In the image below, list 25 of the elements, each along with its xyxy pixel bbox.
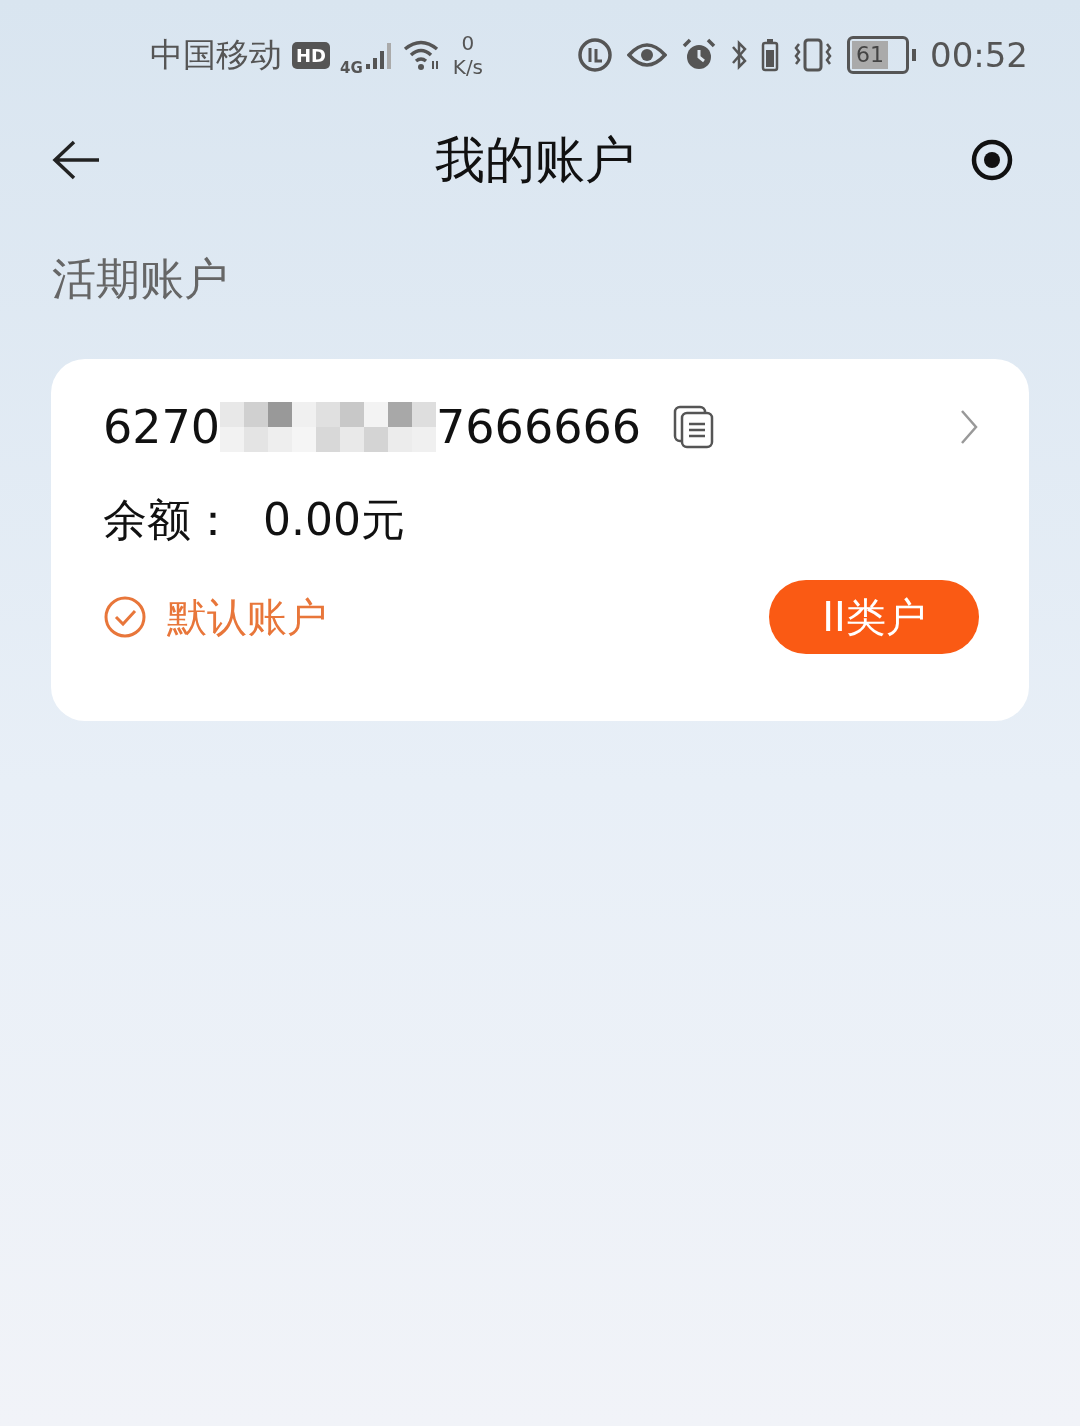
balance-value: 0.00元: [263, 493, 405, 547]
network-type: 4G: [340, 59, 363, 77]
speed-value: 0: [461, 31, 475, 55]
account-number-end: 7666666: [436, 400, 641, 454]
section-title: 活期账户: [52, 252, 229, 306]
vibrate-icon: [793, 38, 833, 72]
signal-icon: [364, 40, 393, 70]
bluetooth-icon: [731, 38, 747, 72]
eye-icon: [627, 41, 667, 69]
target-icon[interactable]: [970, 138, 1014, 182]
eco-mode-icon: [577, 37, 613, 73]
copy-icon[interactable]: [672, 405, 715, 449]
speed-unit: K/s: [452, 55, 484, 79]
balance-label: 余额：: [103, 493, 235, 547]
battery-indicator: 61: [847, 36, 916, 74]
carrier-name: 中国移动: [150, 33, 282, 76]
battery-saver-icon: [761, 38, 779, 72]
account-number-start: 6270: [103, 400, 221, 454]
chevron-right-icon[interactable]: [959, 409, 979, 445]
page-title: 我的账户: [435, 129, 635, 191]
back-arrow-icon[interactable]: [52, 140, 100, 180]
hd-badge: HD: [292, 41, 330, 69]
default-account-label: 默认账户: [167, 592, 327, 642]
account-card[interactable]: 6270 7666666 余额： 0.00元 默认账户 II类户: [51, 359, 1029, 721]
clock-time: 00:52: [930, 35, 1028, 75]
